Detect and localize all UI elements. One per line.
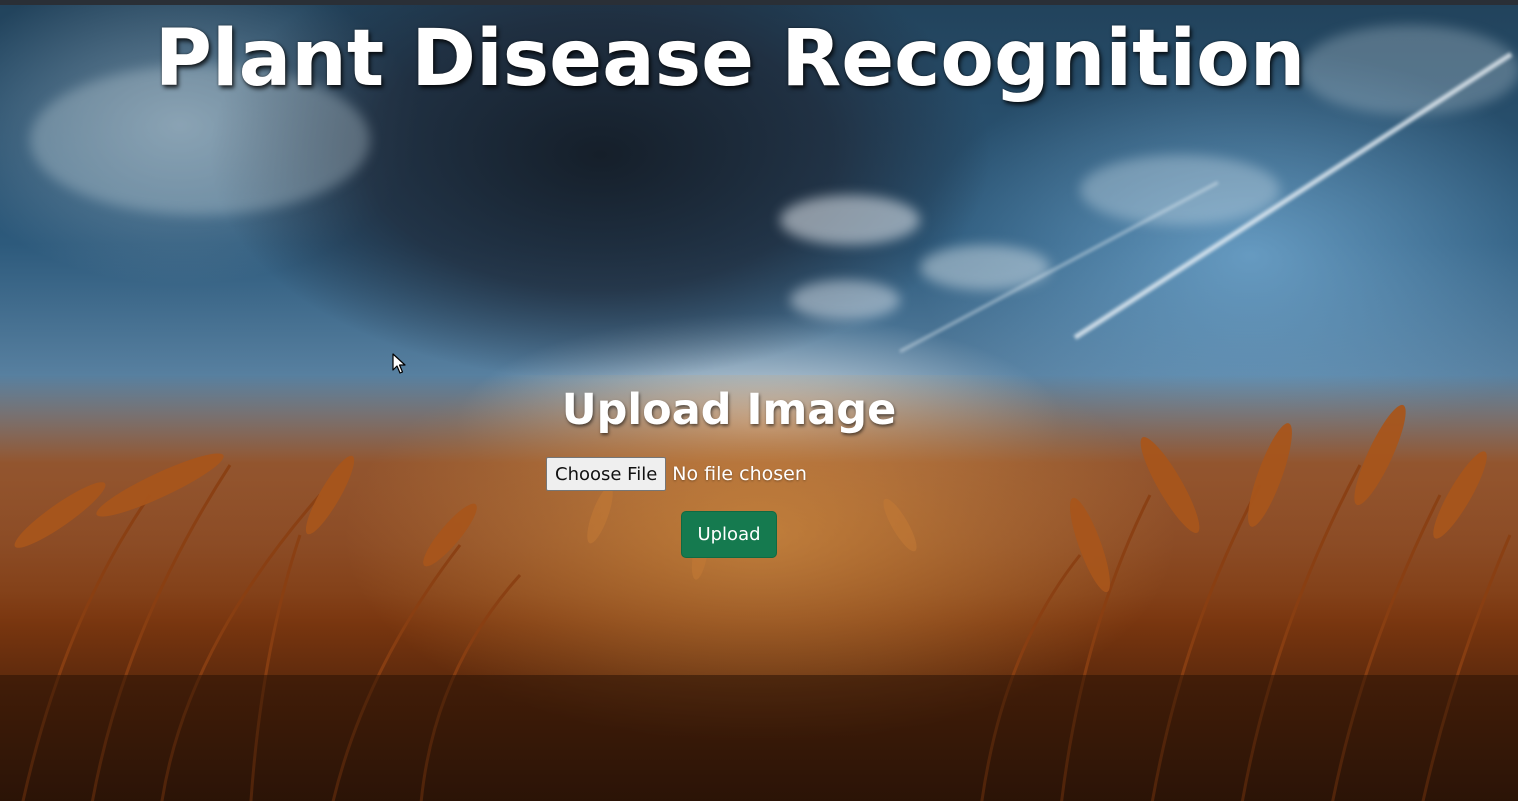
upload-form: Upload Image Choose File No file chosen … bbox=[440, 380, 1018, 558]
upload-heading: Upload Image bbox=[561, 385, 897, 435]
file-status-text: No file chosen bbox=[672, 463, 807, 485]
cloud bbox=[790, 280, 900, 320]
file-input[interactable]: Choose File No file chosen bbox=[546, 457, 807, 491]
choose-file-button[interactable]: Choose File bbox=[546, 457, 667, 491]
page-title: Plant Disease Recognition bbox=[154, 14, 1306, 104]
mouse-pointer-icon bbox=[392, 353, 406, 374]
cloud bbox=[780, 195, 920, 245]
window-top-strip bbox=[0, 0, 1518, 5]
upload-button[interactable]: Upload bbox=[681, 511, 777, 558]
cloud bbox=[1080, 155, 1280, 225]
page: Plant Disease Recognition Upload Image C… bbox=[0, 0, 1518, 801]
